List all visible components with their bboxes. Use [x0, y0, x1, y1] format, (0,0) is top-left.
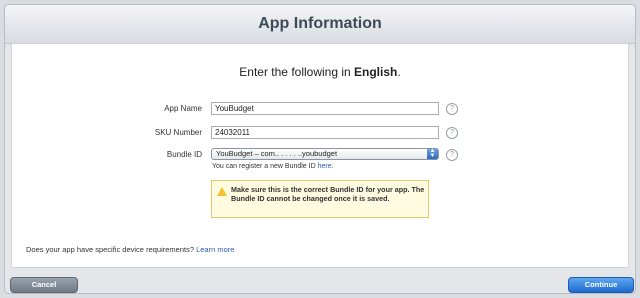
- select-arrows-icon: ▲ ▼: [427, 148, 438, 159]
- register-prefix: You can register a new Bundle ID: [212, 163, 318, 170]
- title-bar: App Information: [5, 5, 635, 44]
- cancel-button[interactable]: Cancel: [10, 277, 78, 293]
- heading-language: English: [354, 65, 398, 79]
- app-name-label: App Name: [164, 104, 202, 113]
- heading-prefix: Enter the following in: [239, 65, 355, 79]
- bundle-id-label: Bundle ID: [166, 150, 202, 159]
- warning-triangle-icon: [217, 187, 227, 196]
- register-bundle-link[interactable]: here: [318, 163, 332, 170]
- app-information-sheet: App Information Enter the following in E…: [4, 4, 636, 294]
- heading-suffix: .: [397, 65, 401, 79]
- page-title: App Information: [258, 15, 382, 32]
- sku-help-icon[interactable]: ?: [446, 127, 458, 139]
- device-requirements-text: Does your app have specific device requi…: [26, 245, 234, 254]
- app-name-help-icon[interactable]: ?: [446, 103, 458, 115]
- bundle-id-select[interactable]: YouBudget – com.. . . . . ..youbudget ▲ ▼: [211, 148, 439, 160]
- bundle-id-selected-value: YouBudget – com.. . . . . ..youbudget: [216, 149, 338, 158]
- sku-label: SKU Number: [154, 128, 202, 137]
- warning-text: Make sure this is the correct Bundle ID …: [231, 185, 425, 203]
- device-question: Does your app have specific device requi…: [26, 245, 197, 254]
- register-bundle-text: You can register a new Bundle ID here.: [212, 163, 334, 170]
- continue-button[interactable]: Continue: [568, 277, 634, 293]
- register-suffix: .: [331, 163, 334, 170]
- form-heading: Enter the following in English.: [12, 65, 628, 79]
- warning-box: Make sure this is the correct Bundle ID …: [211, 180, 429, 218]
- sku-field[interactable]: 24032011: [211, 126, 439, 139]
- learn-more-link[interactable]: Learn more: [196, 245, 234, 254]
- form-panel: Enter the following in English. App Name…: [11, 43, 629, 268]
- bundle-id-help-icon[interactable]: ?: [446, 149, 458, 161]
- app-name-field[interactable]: YouBudget: [211, 102, 439, 115]
